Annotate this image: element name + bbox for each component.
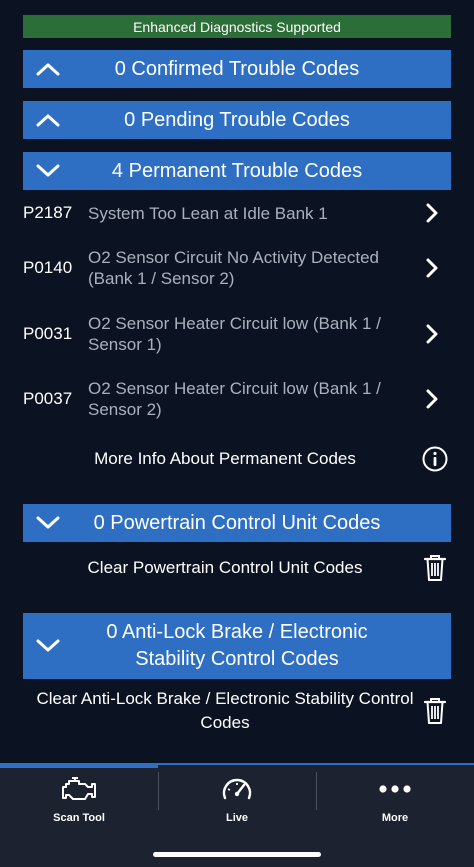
code-row-p0031[interactable]: P0031 O2 Sensor Heater Circuit low (Bank… (0, 312, 474, 356)
tab-scan-tool[interactable]: Scan Tool (0, 770, 158, 834)
tab-label: Live (225, 812, 248, 824)
section-abs-esc-codes[interactable]: 0 Anti-Lock Brake / Electronic Stability… (23, 613, 451, 679)
tab-more[interactable]: More (316, 770, 474, 834)
code-id: P0031 (23, 324, 73, 343)
more-dots-icon (379, 785, 411, 793)
more-info-permanent-codes[interactable]: More Info About Permanent Codes (0, 444, 474, 474)
home-indicator (153, 852, 321, 857)
code-description: O2 Sensor Circuit No Activity Detected (… (88, 248, 380, 288)
code-row-p0037[interactable]: P0037 O2 Sensor Heater Circuit low (Bank… (0, 377, 474, 421)
clear-powertrain-codes[interactable]: Clear Powertrain Control Unit Codes (0, 552, 474, 584)
clear-abs-esc-codes[interactable]: Clear Anti-Lock Brake / Electronic Stabi… (0, 686, 474, 736)
engine-icon (62, 777, 96, 800)
chevron-up-icon (36, 114, 60, 127)
chevron-right-icon (426, 203, 438, 223)
gauge-icon (222, 778, 252, 800)
tab-live[interactable]: Live (158, 770, 316, 834)
chevron-down-icon (36, 164, 60, 177)
section-confirmed-codes[interactable]: 0 Confirmed Trouble Codes (23, 50, 451, 88)
clear-powertrain-label: Clear Powertrain Control Unit Codes (87, 558, 363, 577)
clear-abs-label: Clear Anti-Lock Brake / Electronic Stabi… (36, 689, 414, 732)
section-title: 0 Confirmed Trouble Codes (114, 57, 360, 80)
code-description: System Too Lean at Idle Bank 1 (88, 203, 328, 223)
info-icon (422, 446, 448, 472)
banner-text: Enhanced Diagnostics Supported (133, 18, 341, 35)
more-info-label: More Info About Permanent Codes (94, 449, 356, 468)
enhanced-diagnostics-banner: Enhanced Diagnostics Supported (23, 15, 451, 38)
tab-label: More (381, 812, 409, 824)
code-row-p2187[interactable]: P2187 System Too Lean at Idle Bank 1 (0, 196, 474, 230)
chevron-right-icon (426, 258, 438, 278)
section-permanent-codes[interactable]: 4 Permanent Trouble Codes (23, 152, 451, 190)
code-id: P0140 (23, 258, 73, 277)
code-id: P0037 (23, 389, 73, 408)
chevron-right-icon (426, 389, 438, 409)
chevron-right-icon (426, 324, 438, 344)
section-pending-codes[interactable]: 0 Pending Trouble Codes (23, 101, 451, 139)
section-title: 4 Permanent Trouble Codes (111, 159, 363, 182)
tab-label: Scan Tool (53, 812, 105, 824)
trash-icon[interactable] (421, 553, 449, 583)
section-title: 0 Powertrain Control Unit Codes (93, 511, 381, 534)
section-title: 0 Anti-Lock Brake / Electronic Stability… (106, 621, 368, 670)
code-id: P2187 (23, 203, 73, 222)
chevron-down-icon (36, 516, 60, 529)
tab-track (158, 763, 474, 765)
section-powertrain-codes[interactable]: 0 Powertrain Control Unit Codes (23, 504, 451, 542)
trash-icon[interactable] (421, 696, 449, 726)
code-description: O2 Sensor Heater Circuit low (Bank 1 / S… (88, 314, 381, 354)
chevron-up-icon (36, 63, 60, 76)
code-row-p0140[interactable]: P0140 O2 Sensor Circuit No Activity Dete… (0, 246, 474, 290)
chevron-down-icon (36, 639, 60, 652)
code-description: O2 Sensor Heater Circuit low (Bank 1 / S… (88, 379, 381, 419)
section-title: 0 Pending Trouble Codes (124, 108, 350, 131)
active-tab-indicator (0, 763, 158, 768)
